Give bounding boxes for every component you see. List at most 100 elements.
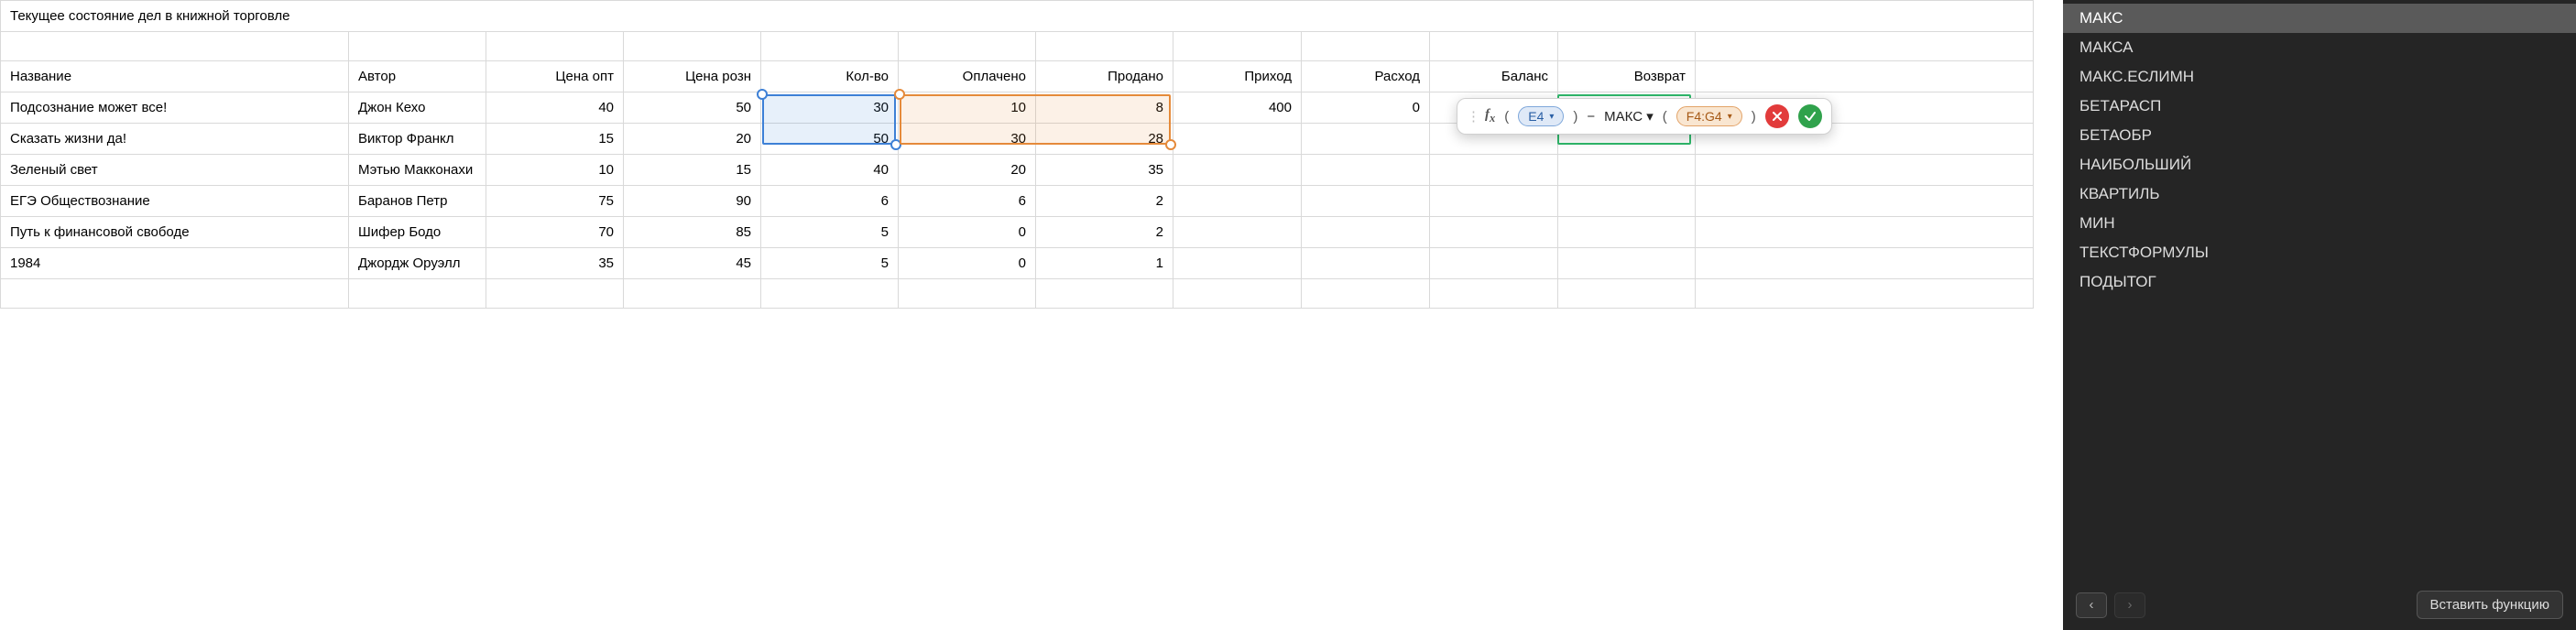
cell[interactable]	[1558, 248, 1696, 279]
col-header-sold: Продано	[1036, 61, 1173, 92]
cell[interactable]: Сказать жизни да!	[1, 124, 349, 155]
chevron-down-icon[interactable]: ▾	[1728, 112, 1732, 122]
cell[interactable]: 20	[624, 124, 761, 155]
function-list[interactable]: МАКСМАКСАМАКС.ЕСЛИМНБЕТАРАСПБЕТАОБРНАИБО…	[2063, 0, 2576, 581]
table-row[interactable]: ЕГЭ ОбществознаниеБаранов Петр7590662	[1, 186, 2034, 217]
insert-function-button[interactable]: Вставить функцию	[2417, 591, 2564, 619]
function-list-item[interactable]: МИН	[2063, 209, 2576, 238]
cell[interactable]: 30	[899, 124, 1036, 155]
cell[interactable]	[1173, 155, 1302, 186]
cell[interactable]: 90	[624, 186, 761, 217]
formula-ref1-pill[interactable]: E4 ▾	[1518, 106, 1564, 126]
col-header-price-opt: Цена опт	[486, 61, 624, 92]
function-list-item[interactable]: БЕТАОБР	[2063, 121, 2576, 150]
cell[interactable]: 40	[486, 92, 624, 124]
cell[interactable]: 2	[1036, 217, 1173, 248]
cell[interactable]: 50	[624, 92, 761, 124]
function-list-item[interactable]: ТЕКСТФОРМУЛЫ	[2063, 238, 2576, 267]
function-list-item[interactable]: ПОДЫТОГ	[2063, 267, 2576, 297]
function-sidebar: МАКСМАКСАМАКС.ЕСЛИМНБЕТАРАСПБЕТАОБРНАИБО…	[2063, 0, 2576, 630]
accept-button[interactable]	[1798, 104, 1822, 128]
cell[interactable]: 28	[1036, 124, 1173, 155]
table-row[interactable]: Путь к финансовой свободеШифер Бодо70855…	[1, 217, 2034, 248]
cell[interactable]: 10	[899, 92, 1036, 124]
cell[interactable]: 15	[486, 124, 624, 155]
cell[interactable]: Шифер Бодо	[349, 217, 486, 248]
cancel-button[interactable]	[1765, 104, 1789, 128]
cell[interactable]: 0	[899, 248, 1036, 279]
function-list-item[interactable]: КВАРТИЛЬ	[2063, 179, 2576, 209]
cell[interactable]: 40	[761, 155, 899, 186]
cell[interactable]: 1	[1036, 248, 1173, 279]
cell[interactable]: Зеленый свет	[1, 155, 349, 186]
function-list-item[interactable]: МАКС	[2063, 4, 2576, 33]
header-row: Название Автор Цена опт Цена розн Кол-во…	[1, 61, 2034, 92]
cell[interactable]: 0	[1302, 92, 1430, 124]
cell[interactable]: Джон Кехо	[349, 92, 486, 124]
cell[interactable]	[1173, 217, 1302, 248]
drag-handle-icon[interactable]: ⋮	[1467, 108, 1476, 125]
cell[interactable]: 1984	[1, 248, 349, 279]
cell[interactable]	[1302, 186, 1430, 217]
cell[interactable]: 20	[899, 155, 1036, 186]
cell[interactable]: Баранов Петр	[349, 186, 486, 217]
sidebar-footer: ‹ › Вставить функцию	[2063, 581, 2576, 630]
cell[interactable]: Путь к финансовой свободе	[1, 217, 349, 248]
cell[interactable]: 5	[761, 217, 899, 248]
spreadsheet-area[interactable]: Текущее состояние дел в книжной торговле…	[0, 0, 2034, 630]
cell[interactable]	[1558, 186, 1696, 217]
cell[interactable]: 5	[761, 248, 899, 279]
cell[interactable]: 10	[486, 155, 624, 186]
cell[interactable]: 30	[761, 92, 899, 124]
cell[interactable]: Подсознание может все!	[1, 92, 349, 124]
cell[interactable]: 50	[761, 124, 899, 155]
cell[interactable]	[1558, 155, 1696, 186]
function-list-item[interactable]: НАИБОЛЬШИЙ	[2063, 150, 2576, 179]
formula-function-name[interactable]: МАКС ▾	[1604, 108, 1654, 125]
function-list-item[interactable]: МАКС.ЕСЛИМН	[2063, 62, 2576, 92]
cell[interactable]	[1173, 248, 1302, 279]
cell[interactable]: 75	[486, 186, 624, 217]
table-row[interactable]: Зеленый светМэтью Макконахи1015402035	[1, 155, 2034, 186]
col-header-price-rozn: Цена розн	[624, 61, 761, 92]
cell[interactable]	[1302, 248, 1430, 279]
function-list-item[interactable]: БЕТАРАСП	[2063, 92, 2576, 121]
cell[interactable]: 2	[1036, 186, 1173, 217]
cell[interactable]: Джордж Оруэлл	[349, 248, 486, 279]
cell[interactable]: 6	[761, 186, 899, 217]
cell[interactable]: 70	[486, 217, 624, 248]
table-row[interactable]: 1984Джордж Оруэлл3545501	[1, 248, 2034, 279]
cell[interactable]: Виктор Франкл	[349, 124, 486, 155]
cell[interactable]	[1558, 217, 1696, 248]
cell[interactable]	[1302, 217, 1430, 248]
chevron-down-icon[interactable]: ▾	[1646, 109, 1654, 125]
function-list-item[interactable]: МАКСА	[2063, 33, 2576, 62]
cell[interactable]: ЕГЭ Обществознание	[1, 186, 349, 217]
cell[interactable]: 8	[1036, 92, 1173, 124]
cell[interactable]: 400	[1173, 92, 1302, 124]
cell[interactable]	[1302, 124, 1430, 155]
cell[interactable]: 85	[624, 217, 761, 248]
cell[interactable]	[1430, 186, 1558, 217]
cell[interactable]: 45	[624, 248, 761, 279]
cell[interactable]: 6	[899, 186, 1036, 217]
cell[interactable]	[1430, 217, 1558, 248]
chevron-down-icon[interactable]: ▾	[1549, 112, 1554, 122]
cell[interactable]	[1302, 155, 1430, 186]
formula-editor[interactable]: ⋮ fx ( E4 ▾ ) − МАКС ▾ ( F4:G4 ▾ )	[1457, 98, 1832, 135]
check-icon	[1804, 110, 1817, 123]
nav-prev-button[interactable]: ‹	[2076, 592, 2107, 618]
cell[interactable]	[1430, 248, 1558, 279]
nav-next-button[interactable]: ›	[2114, 592, 2145, 618]
cell[interactable]: 15	[624, 155, 761, 186]
cell[interactable]: 0	[899, 217, 1036, 248]
cell[interactable]	[1430, 155, 1558, 186]
cell[interactable]	[1173, 124, 1302, 155]
formula-ref2-pill[interactable]: F4:G4 ▾	[1676, 106, 1742, 126]
cell[interactable]	[1173, 186, 1302, 217]
cell[interactable]: 35	[486, 248, 624, 279]
col-header-name: Название	[1, 61, 349, 92]
cell[interactable]: 35	[1036, 155, 1173, 186]
cell[interactable]: Мэтью Макконахи	[349, 155, 486, 186]
col-header-return: Возврат	[1558, 61, 1696, 92]
